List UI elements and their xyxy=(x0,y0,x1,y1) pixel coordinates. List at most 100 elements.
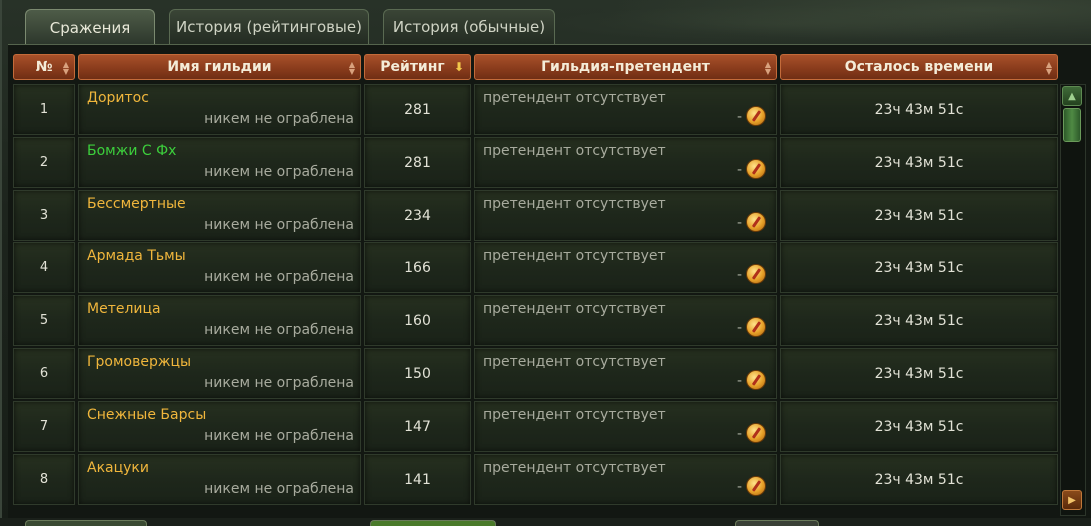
sort-arrows-icon: ▲ ▼ xyxy=(348,60,355,76)
header-guild-label: Имя гильдии xyxy=(167,59,272,75)
guild-status: никем не ограблена xyxy=(204,322,354,338)
row-number: 6 xyxy=(13,348,75,399)
gold-coin-icon[interactable] xyxy=(746,476,766,496)
guild-status: никем не ограблена xyxy=(204,111,354,127)
challenger-text: претендент отсутствует xyxy=(483,301,666,317)
guild-name-link[interactable]: Метелица xyxy=(87,301,161,317)
challenger-text: претендент отсутствует xyxy=(483,460,666,476)
guild-status: никем не ограблена xyxy=(204,164,354,180)
guild-status: никем не ограблена xyxy=(204,481,354,497)
challenger-dash: - xyxy=(736,267,742,283)
challenger-text: претендент отсутствует xyxy=(483,196,666,212)
challenger-dash: - xyxy=(736,479,742,495)
tab-history-rated[interactable]: История (рейтинговые) xyxy=(169,9,369,44)
sort-arrows-icon: ▲ ▼ xyxy=(764,60,771,76)
tab-history-normal[interactable]: История (обычные) xyxy=(383,9,555,44)
header-rating[interactable]: Рейтинг ⬇ xyxy=(364,54,471,80)
sort-down-arrow-icon: ⬇ xyxy=(453,60,464,74)
row-challenger-cell: претендент отсутствует - xyxy=(474,401,777,452)
scrollbar-thumb[interactable] xyxy=(1063,108,1081,142)
challenger-text: претендент отсутствует xyxy=(483,354,666,370)
row-guild-cell: Армада Тьмы никем не ограблена xyxy=(78,242,361,293)
gold-coin-icon[interactable] xyxy=(746,317,766,337)
gold-coin-icon[interactable] xyxy=(746,264,766,284)
guild-status: никем не ограблена xyxy=(204,269,354,285)
challenger-dash: - xyxy=(736,426,742,442)
row-guild-cell: Доритос никем не ограблена xyxy=(78,84,361,135)
row-time-left: 23ч 43м 51с xyxy=(780,454,1058,505)
row-rating: 281 xyxy=(364,84,471,135)
row-number: 4 xyxy=(13,242,75,293)
row-rating: 147 xyxy=(364,401,471,452)
row-number: 7 xyxy=(13,401,75,452)
row-guild-cell: Громовержцы никем не ограблена xyxy=(78,348,361,399)
challenger-text: претендент отсутствует xyxy=(483,407,666,423)
row-number: 2 xyxy=(13,137,75,188)
scrollbar-track[interactable] xyxy=(1060,84,1086,516)
header-time-left-label: Осталось времени xyxy=(844,59,994,75)
header-challenger[interactable]: Гильдия-претендент ▲ ▼ xyxy=(474,54,777,80)
guild-status: никем не ограблена xyxy=(204,217,354,233)
guild-name-link[interactable]: Акацуки xyxy=(87,460,149,476)
row-rating: 166 xyxy=(364,242,471,293)
bottom-button-left[interactable] xyxy=(25,520,147,526)
scroll-down-arrow-icon[interactable]: ▶ xyxy=(1062,490,1082,510)
row-challenger-cell: претендент отсутствует - xyxy=(474,454,777,505)
gold-coin-icon[interactable] xyxy=(746,159,766,179)
challenger-dash: - xyxy=(736,162,742,178)
row-challenger-cell: претендент отсутствует - xyxy=(474,84,777,135)
challenger-dash: - xyxy=(736,373,742,389)
guild-name-link[interactable]: Армада Тьмы xyxy=(87,248,186,264)
row-guild-cell: Бессмертные никем не ограблена xyxy=(78,190,361,241)
bottom-button-center[interactable] xyxy=(370,520,496,526)
row-time-left: 23ч 43м 51с xyxy=(780,84,1058,135)
row-number: 5 xyxy=(13,295,75,346)
guild-status: никем не ограблена xyxy=(204,428,354,444)
guild-name-link[interactable]: Бессмертные xyxy=(87,196,186,212)
row-guild-cell: Снежные Барсы никем не ограблена xyxy=(78,401,361,452)
guild-name-link[interactable]: Бомжи С Фх xyxy=(87,143,176,159)
row-time-left: 23ч 43м 51с xyxy=(780,295,1058,346)
sort-arrows-icon: ▲ ▼ xyxy=(1045,60,1052,76)
header-rating-label: Рейтинг xyxy=(380,59,445,75)
header-num[interactable]: № ▲ ▼ xyxy=(13,54,75,80)
challenger-text: претендент отсутствует xyxy=(483,248,666,264)
row-number: 3 xyxy=(13,190,75,241)
row-time-left: 23ч 43м 51с xyxy=(780,242,1058,293)
guild-status: никем не ограблена xyxy=(204,375,354,391)
row-challenger-cell: претендент отсутствует - xyxy=(474,348,777,399)
row-number: 1 xyxy=(13,84,75,135)
scroll-up-arrow-icon[interactable]: ▲ xyxy=(1062,86,1082,106)
bottom-button-right[interactable] xyxy=(735,520,819,526)
row-time-left: 23ч 43м 51с xyxy=(780,137,1058,188)
guild-name-link[interactable]: Громовержцы xyxy=(87,354,191,370)
sort-arrows-icon: ▲ ▼ xyxy=(62,60,69,76)
row-time-left: 23ч 43м 51с xyxy=(780,401,1058,452)
row-challenger-cell: претендент отсутствует - xyxy=(474,190,777,241)
gold-coin-icon[interactable] xyxy=(746,212,766,232)
top-ornament xyxy=(531,0,1091,48)
row-rating: 160 xyxy=(364,295,471,346)
gold-coin-icon[interactable] xyxy=(746,370,766,390)
challenger-text: претендент отсутствует xyxy=(483,143,666,159)
row-number: 8 xyxy=(13,454,75,505)
row-rating: 150 xyxy=(364,348,471,399)
guild-name-link[interactable]: Снежные Барсы xyxy=(87,407,206,423)
row-challenger-cell: претендент отсутствует - xyxy=(474,242,777,293)
challenger-dash: - xyxy=(736,320,742,336)
row-guild-cell: Акацуки никем не ограблена xyxy=(78,454,361,505)
header-guild[interactable]: Имя гильдии ▲ ▼ xyxy=(78,54,361,80)
row-time-left: 23ч 43м 51с xyxy=(780,348,1058,399)
challenger-text: претендент отсутствует xyxy=(483,90,666,106)
row-rating: 141 xyxy=(364,454,471,505)
challenger-dash: - xyxy=(736,215,742,231)
gold-coin-icon[interactable] xyxy=(746,106,766,126)
gold-coin-icon[interactable] xyxy=(746,423,766,443)
row-guild-cell: Бомжи С Фх никем не ограблена xyxy=(78,137,361,188)
guild-name-link[interactable]: Доритос xyxy=(87,90,149,106)
tab-battles[interactable]: Сражения xyxy=(25,9,155,45)
header-time-left[interactable]: Осталось времени ▲ ▼ xyxy=(780,54,1058,80)
header-num-label: № xyxy=(35,59,53,75)
row-rating: 281 xyxy=(364,137,471,188)
row-challenger-cell: претендент отсутствует - xyxy=(474,137,777,188)
